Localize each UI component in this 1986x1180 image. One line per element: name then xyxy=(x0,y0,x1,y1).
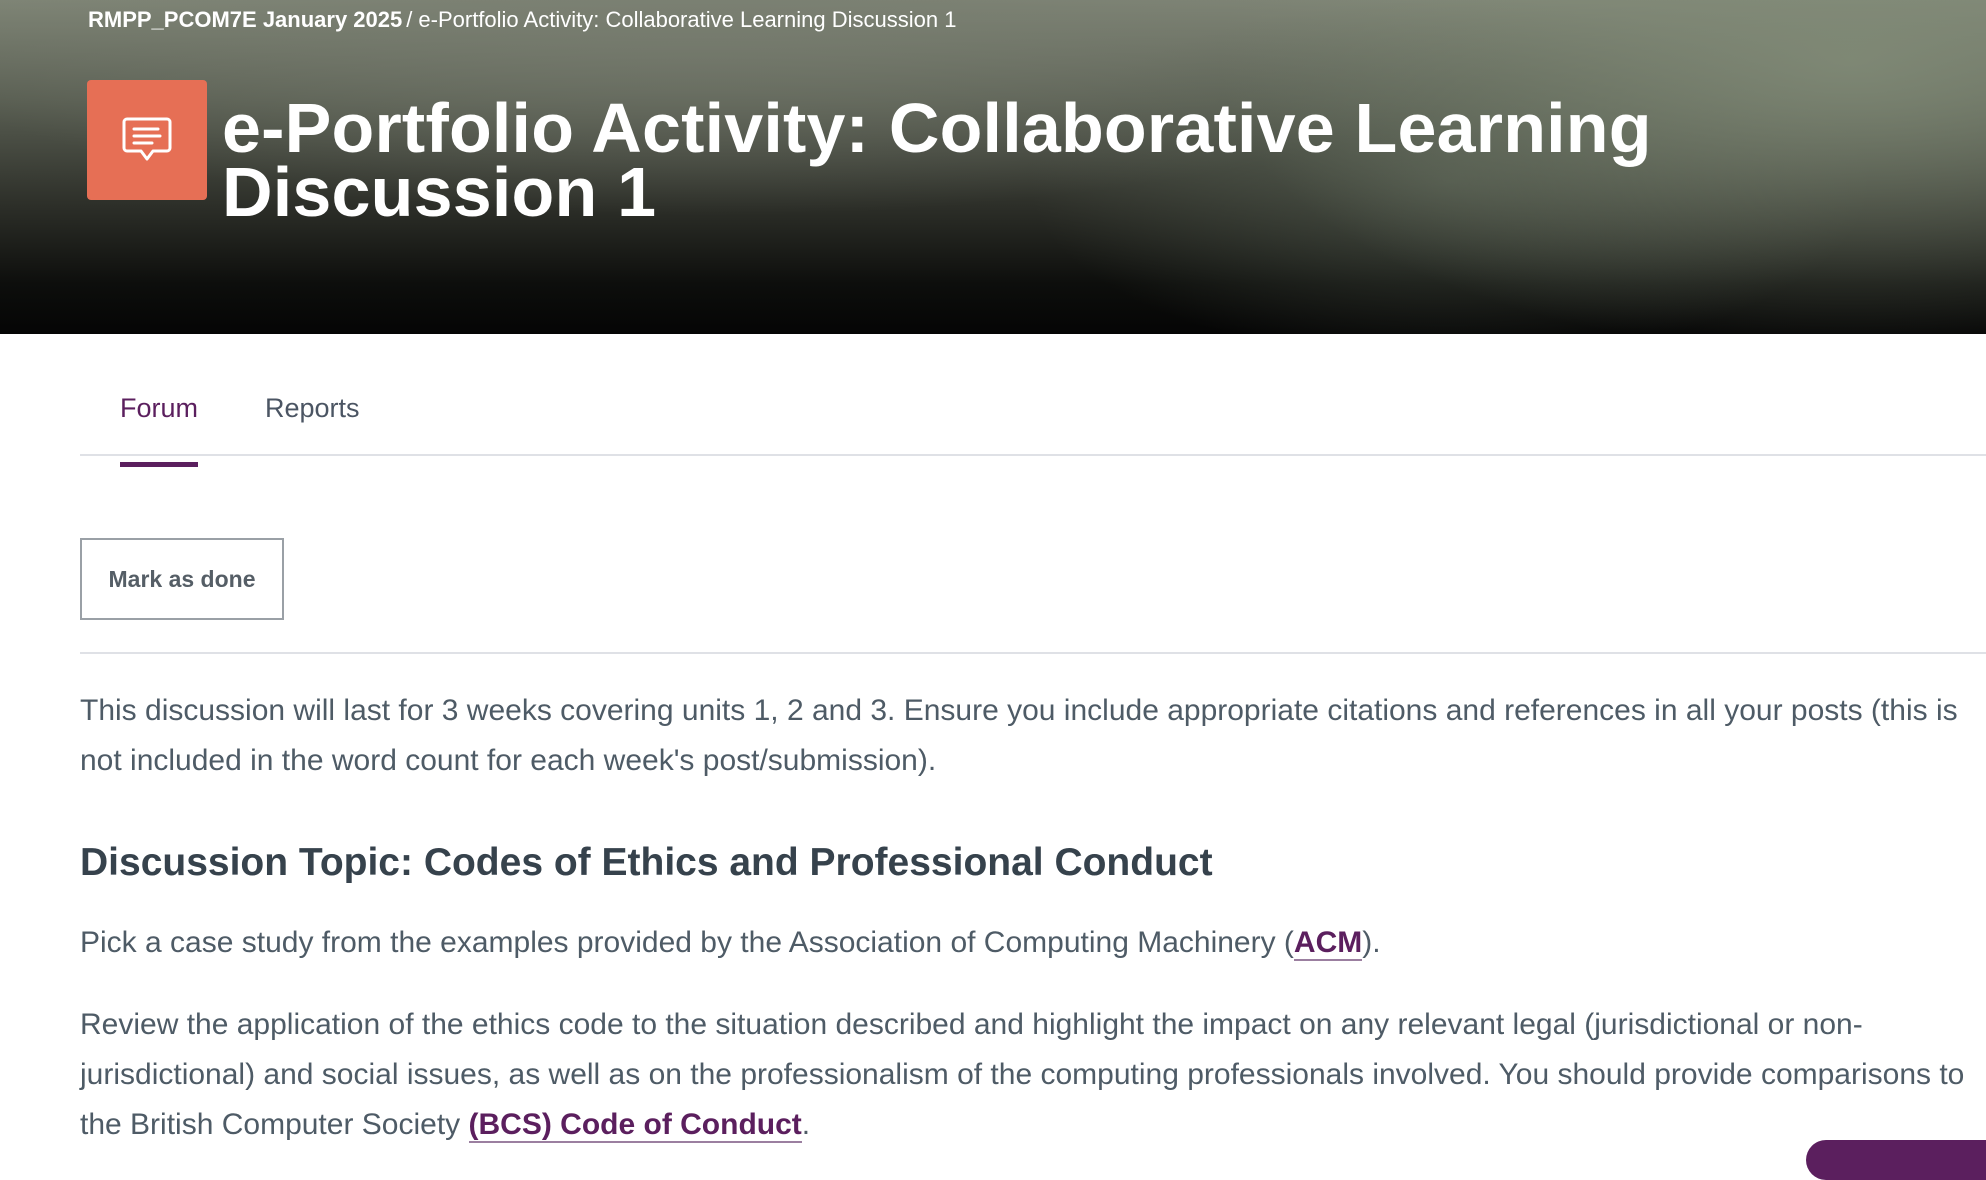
page-title: e-Portfolio Activity: Collaborative Lear… xyxy=(222,89,1652,231)
bcs-code-of-conduct-link[interactable]: (BCS) Code of Conduct xyxy=(468,1108,802,1143)
content-divider xyxy=(80,652,1986,654)
tab-reports[interactable]: Reports xyxy=(265,388,360,462)
breadcrumb-current: e-Portfolio Activity: Collaborative Lear… xyxy=(418,7,957,32)
floating-action-button[interactable] xyxy=(1806,1140,1986,1180)
forum-chat-icon xyxy=(87,80,207,200)
review-paragraph: Review the application of the ethics cod… xyxy=(80,1000,1980,1150)
secondary-navigation: Forum Reports xyxy=(80,334,1986,467)
breadcrumb-separator: / xyxy=(406,7,413,32)
tab-forum[interactable]: Forum xyxy=(120,388,199,467)
acm-link[interactable]: ACM xyxy=(1293,926,1363,961)
activity-description: This discussion will last for 3 weeks co… xyxy=(80,686,1980,1143)
breadcrumb-course-link[interactable]: RMPP_PCOM7E January 2025 xyxy=(88,7,402,32)
breadcrumb: RMPP_PCOM7E January 2025/e-Portfolio Act… xyxy=(88,8,956,32)
page-header-banner: RMPP_PCOM7E January 2025/e-Portfolio Act… xyxy=(0,0,1986,334)
intro-paragraph: This discussion will last for 3 weeks co… xyxy=(80,694,1958,777)
review-text-end: . xyxy=(801,1108,811,1141)
case-study-text: Pick a case study from the examples prov… xyxy=(80,926,1294,959)
case-study-paragraph: Pick a case study from the examples prov… xyxy=(80,918,1381,968)
discussion-topic-heading: Discussion Topic: Codes of Ethics and Pr… xyxy=(80,841,1213,884)
review-text: Review the application of the ethics cod… xyxy=(80,1008,1965,1141)
case-study-text-end: ). xyxy=(1362,926,1381,959)
mark-as-done-button[interactable]: Mark as done xyxy=(80,538,284,620)
